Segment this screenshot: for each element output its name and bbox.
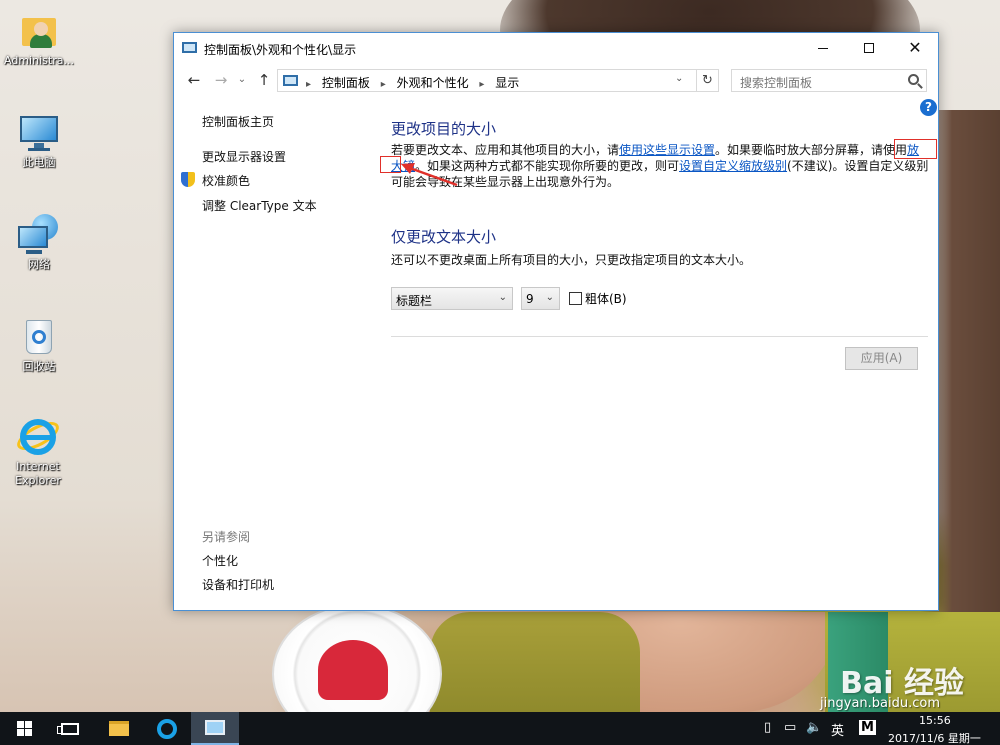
see-also-heading: 另请参阅: [202, 530, 251, 544]
search-icon: [908, 74, 919, 85]
baidu-watermark-url: jingyan.baidu.com: [820, 696, 940, 711]
task-view-icon: [57, 722, 79, 735]
control-panel-icon: [283, 75, 298, 86]
description-text: 。如果要临时放大部分屏幕，请使用: [715, 143, 908, 157]
nav-calibrate-color[interactable]: 校准颜色: [202, 172, 250, 189]
shield-icon: [181, 172, 195, 187]
chevron-right-icon[interactable]: ▸: [381, 79, 386, 90]
address-bar[interactable]: ▸ 控制面板 ▸ 外观和个性化 ▸ 显示 ⌄ ↻: [277, 69, 719, 92]
user-folder-icon: [18, 10, 60, 52]
wallpaper-badge-logo: [318, 640, 388, 700]
wallpaper-shirt-left: [430, 612, 640, 712]
folder-icon: [109, 721, 129, 736]
desktop-icon-user[interactable]: Administra...: [2, 10, 76, 68]
desktop-icon-label: Internet Explorer: [15, 460, 61, 487]
heading-text-size-only: 仅更改文本大小: [391, 228, 497, 246]
minimize-button[interactable]: [800, 33, 846, 63]
windows-logo-icon: [16, 721, 32, 736]
chevron-down-icon: ⌄: [545, 292, 554, 303]
desktop-icon-label: Administra...: [4, 54, 74, 67]
maximize-button[interactable]: [846, 33, 892, 63]
clock-date[interactable]: 2017/11/6 星期一: [888, 730, 981, 745]
internet-explorer-icon: [157, 718, 177, 739]
size-description: 若要更改文本、应用和其他项目的大小，请使用这些显示设置。如果要临时放大部分屏幕，…: [391, 142, 931, 190]
window-title: 控制面板\外观和个性化\显示: [204, 43, 357, 57]
breadcrumb-appearance[interactable]: 外观和个性化: [397, 76, 469, 90]
taskbar: ▯ ▭ 🔈 英 M 15:56 2017/11/6 星期一: [0, 712, 1000, 745]
divider: [391, 336, 928, 337]
computer-icon: [18, 112, 60, 154]
refresh-icon[interactable]: ↻: [696, 70, 718, 91]
internet-explorer-icon: [12, 416, 64, 458]
close-button[interactable]: ✕: [892, 33, 938, 63]
desktop-icon-label: 此电脑: [22, 156, 56, 169]
recycle-bin-icon: [18, 316, 60, 358]
nav-adjust-cleartype[interactable]: 调整 ClearType 文本: [202, 197, 317, 214]
forward-arrow-icon[interactable]: →: [211, 70, 231, 90]
desktop-icon-internet-explorer[interactable]: Internet Explorer: [2, 416, 74, 488]
up-arrow-icon[interactable]: ↑: [254, 70, 274, 90]
text-size-description: 还可以不更改桌面上所有项目的大小，只更改指定项目的文本大小。: [391, 253, 752, 267]
desktop-icon-recycle-bin[interactable]: 回收站: [2, 316, 76, 374]
recent-locations-chevron-icon[interactable]: ⌄: [232, 70, 252, 90]
chevron-right-icon: ▸: [306, 79, 312, 90]
breadcrumb-display[interactable]: 显示: [495, 76, 519, 90]
navigation-bar: ← → ⌄ ↑ ▸ 控制面板 ▸ 外观和个性化 ▸ 显示 ⌄ ↻ 搜索控制面板: [174, 66, 938, 94]
annotation-arrow-icon: [401, 163, 458, 187]
clock-time[interactable]: 15:56: [919, 714, 951, 727]
see-also-devices-printers[interactable]: 设备和打印机: [202, 576, 274, 593]
network-icon: [18, 214, 60, 256]
internet-explorer-button[interactable]: [143, 712, 191, 745]
breadcrumb: ▸ 控制面板 ▸ 外观和个性化 ▸ 显示: [306, 74, 519, 91]
ime-mode-indicator[interactable]: M: [859, 720, 876, 735]
desktop-icon-label: 网络: [28, 258, 50, 271]
control-panel-window: 控制面板\外观和个性化\显示 ✕ ← → ⌄ ↑ ▸ 控制面板 ▸ 外观和个性化…: [173, 32, 939, 611]
search-placeholder: 搜索控制面板: [740, 76, 813, 90]
bold-checkbox-label[interactable]: 粗体(B): [585, 290, 627, 307]
annotation-highlight-box: [380, 156, 401, 173]
nav-control-panel-home[interactable]: 控制面板主页: [202, 113, 274, 130]
back-arrow-icon[interactable]: ←: [184, 70, 204, 90]
annotation-highlight-box: [894, 139, 937, 159]
control-panel-taskbar-button[interactable]: [191, 712, 239, 745]
address-dropdown-icon[interactable]: ⌄: [675, 73, 683, 84]
use-display-settings-link[interactable]: 使用这些显示设置: [619, 143, 715, 157]
see-also-personalization[interactable]: 个性化: [202, 552, 238, 569]
title-bar[interactable]: 控制面板\外观和个性化\显示 ✕: [174, 33, 938, 63]
chevron-down-icon: ⌄: [498, 292, 507, 303]
control-panel-icon: [182, 42, 197, 53]
close-icon: ✕: [908, 38, 922, 57]
font-size-select[interactable]: 9 ⌄: [521, 287, 560, 310]
task-view-button[interactable]: [46, 712, 94, 745]
maximize-icon: [864, 43, 874, 53]
font-size-value: 9: [526, 292, 534, 306]
control-panel-icon: [205, 720, 225, 735]
desktop-icon-network[interactable]: 网络: [2, 214, 76, 272]
custom-scaling-link[interactable]: 设置自定义缩放级别: [679, 159, 787, 173]
usb-icon[interactable]: ▯: [764, 720, 771, 735]
desktop-icon-this-pc[interactable]: 此电脑: [2, 112, 76, 170]
help-icon[interactable]: ?: [920, 99, 937, 116]
heading-change-item-size: 更改项目的大小: [391, 120, 497, 138]
search-input[interactable]: 搜索控制面板: [731, 69, 927, 92]
apply-button[interactable]: 应用(A): [845, 347, 918, 370]
input-method-indicator[interactable]: 英: [831, 720, 844, 739]
bold-checkbox[interactable]: [569, 292, 582, 305]
breadcrumb-control-panel[interactable]: 控制面板: [322, 76, 370, 90]
file-explorer-button[interactable]: [95, 712, 143, 745]
volume-icon[interactable]: 🔈: [806, 720, 822, 735]
start-button[interactable]: [0, 712, 48, 745]
nav-change-display-settings[interactable]: 更改显示器设置: [202, 148, 286, 165]
network-icon[interactable]: ▭: [784, 720, 796, 735]
chevron-right-icon[interactable]: ▸: [479, 79, 484, 90]
item-select[interactable]: 标题栏 ⌄: [391, 287, 513, 310]
description-text: 若要更改文本、应用和其他项目的大小，请: [391, 143, 620, 157]
item-select-value: 标题栏: [396, 294, 433, 308]
desktop-icon-label: 回收站: [22, 360, 56, 373]
minimize-icon: [818, 47, 828, 49]
